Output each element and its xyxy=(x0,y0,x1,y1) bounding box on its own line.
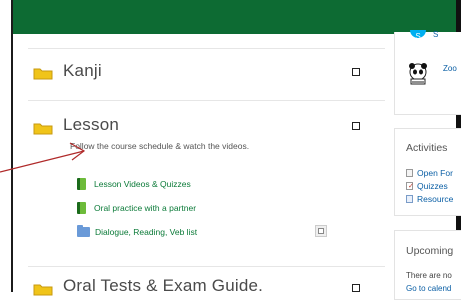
file-icon xyxy=(406,195,413,203)
app-label-skype[interactable]: S xyxy=(433,30,438,39)
block-title: Activities xyxy=(406,142,448,154)
block-title: Upcoming xyxy=(406,245,454,257)
upcoming-empty-text: There are no xyxy=(406,271,452,280)
activity-oral-practice[interactable]: Oral practice with a partner xyxy=(77,202,196,214)
book-icon xyxy=(77,202,86,214)
annotation-arrow xyxy=(0,142,86,173)
activity-dialogue-reading[interactable]: Dialogue, Reading, Veb list xyxy=(77,225,197,237)
side-item-label[interactable]: Quizzes xyxy=(417,181,448,191)
activities-block: Activities Open For ✓ Quizzes Resource xyxy=(394,128,461,216)
activity-label[interactable]: Dialogue, Reading, Veb list xyxy=(95,227,197,237)
completion-checkbox[interactable] xyxy=(352,284,360,292)
skype-icon[interactable]: S xyxy=(408,30,428,44)
folder-icon xyxy=(77,225,90,237)
apps-block: S S Zoo xyxy=(394,30,461,115)
activity-forum-link[interactable]: Open For xyxy=(406,168,453,178)
section-title-oral-tests[interactable]: Oral Tests & Exam Guide. xyxy=(63,276,263,296)
folder-icon xyxy=(33,284,53,296)
completion-checkbox[interactable] xyxy=(315,225,327,237)
activity-label[interactable]: Lesson Videos & Quizzes xyxy=(94,179,191,189)
upcoming-block: Upcoming There are no Go to calend xyxy=(394,230,461,300)
activity-quizzes-link[interactable]: ✓ Quizzes xyxy=(406,181,448,191)
completion-checkbox[interactable] xyxy=(352,122,360,130)
app-label-zoom[interactable]: Zoo xyxy=(443,64,457,73)
svg-text:S: S xyxy=(415,32,420,41)
forum-icon xyxy=(406,169,413,177)
completion-checkbox[interactable] xyxy=(352,68,360,76)
activity-label[interactable]: Oral practice with a partner xyxy=(94,203,196,213)
right-sidebar: S S Zoo Activities Open For ✓ Quizzes Re… xyxy=(394,30,461,300)
panda-icon[interactable] xyxy=(405,60,431,86)
activity-resources-link[interactable]: Resource xyxy=(406,194,453,204)
side-item-label[interactable]: Resource xyxy=(417,194,453,204)
divider xyxy=(28,266,385,267)
quiz-icon: ✓ xyxy=(406,182,414,190)
side-item-label[interactable]: Open For xyxy=(417,168,453,178)
